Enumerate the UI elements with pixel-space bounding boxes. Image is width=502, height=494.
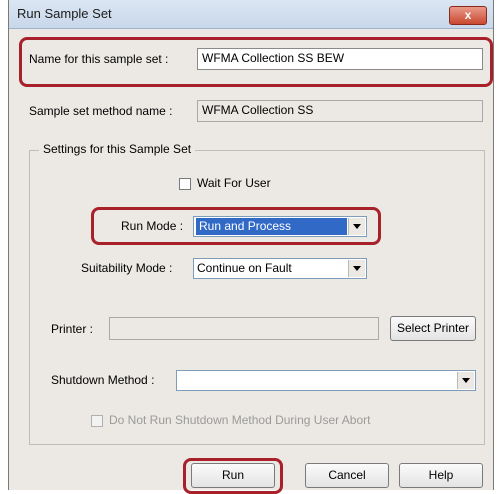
printer-field	[109, 317, 379, 340]
title-bar: Run Sample Set x	[9, 0, 493, 29]
run-mode-select[interactable]: Run and Process	[193, 216, 367, 237]
chevron-down-icon[interactable]	[348, 260, 365, 277]
shutdown-method-select[interactable]	[176, 370, 476, 391]
settings-groupbox	[29, 150, 485, 445]
sample-set-name-label: Name for this sample set :	[29, 52, 169, 66]
settings-group-title: Settings for this Sample Set	[39, 142, 196, 156]
printer-label: Printer :	[51, 322, 94, 336]
close-icon[interactable]: x	[449, 6, 487, 25]
suitability-mode-select[interactable]: Continue on Fault	[193, 258, 367, 279]
wait-for-user-label: Wait For User	[197, 176, 271, 190]
chevron-down-icon[interactable]	[348, 218, 365, 235]
select-printer-button[interactable]: Select Printer	[390, 316, 476, 341]
run-sample-set-dialog: Run Sample Set x Name for this sample se…	[8, 0, 494, 494]
sample-set-name-input[interactable]: WFMA Collection SS BEW	[197, 48, 483, 70]
help-button[interactable]: Help	[399, 463, 483, 488]
run-mode-label: Run Mode :	[121, 219, 184, 233]
method-name-label: Sample set method name :	[29, 104, 173, 118]
run-button[interactable]: Run	[191, 463, 275, 488]
window-title: Run Sample Set	[17, 6, 112, 21]
method-name-field: WFMA Collection SS	[197, 100, 483, 122]
chevron-down-icon[interactable]	[457, 372, 474, 389]
cancel-button[interactable]: Cancel	[305, 463, 389, 488]
shutdown-method-label: Shutdown Method :	[51, 373, 155, 387]
no-shutdown-on-abort-checkbox[interactable]	[91, 415, 103, 427]
suitability-mode-value: Continue on Fault	[197, 261, 292, 275]
wait-for-user-checkbox[interactable]	[179, 178, 191, 190]
suitability-mode-label: Suitability Mode :	[81, 261, 173, 275]
run-mode-value: Run and Process	[196, 218, 347, 235]
no-shutdown-on-abort-label: Do Not Run Shutdown Method During User A…	[109, 413, 371, 427]
